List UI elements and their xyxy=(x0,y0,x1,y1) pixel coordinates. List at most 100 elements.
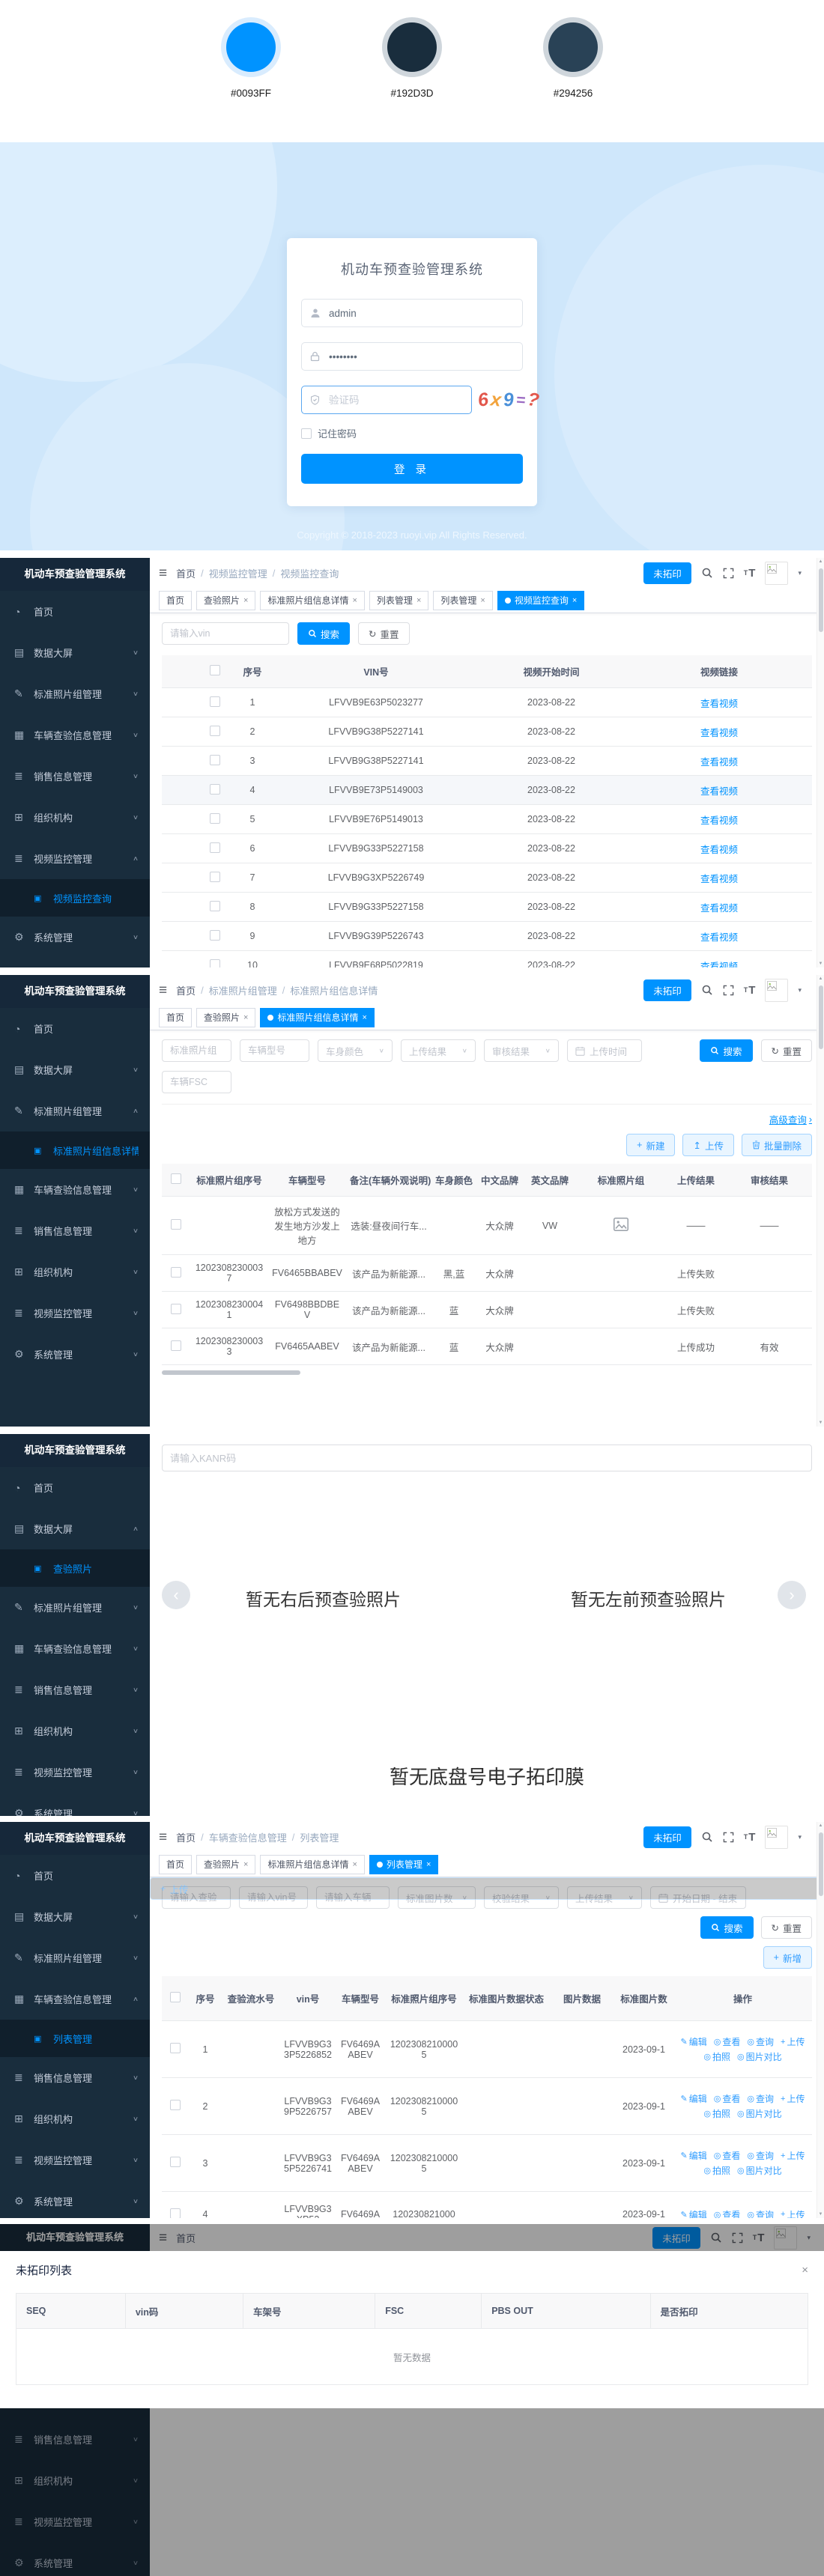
collapse-menu-icon[interactable]: ≡ xyxy=(159,1830,167,1844)
upload-link[interactable]: +上传 xyxy=(781,2035,805,2048)
close-icon[interactable]: × xyxy=(352,1860,357,1869)
tab-check-photo[interactable]: 查验照片× xyxy=(196,591,255,610)
scrollbar-thumb[interactable] xyxy=(819,985,823,1049)
vin-input[interactable] xyxy=(239,1886,308,1909)
scroll-down-icon[interactable]: ▼ xyxy=(818,962,823,966)
row-checkbox[interactable] xyxy=(210,726,220,736)
row-checkbox[interactable] xyxy=(210,930,220,941)
font-size-icon[interactable]: T xyxy=(744,568,756,579)
date-range-picker[interactable]: 开始日期 - 结束日期 xyxy=(650,1886,746,1909)
sidebar-item-data-screen[interactable]: ▤数据大屏∨ xyxy=(0,1049,150,1090)
row-checkbox[interactable] xyxy=(170,2157,181,2167)
sidebar-item-org[interactable]: ⊞组织机构∨ xyxy=(0,1251,150,1292)
sidebar-item-data-screen[interactable]: ▤数据大屏∧ xyxy=(0,1508,150,1549)
sidebar-item-list-mgmt[interactable]: ▣列表管理 xyxy=(0,2020,150,2057)
breadcrumb-item[interactable]: 首页 xyxy=(176,2231,196,2245)
search-icon[interactable] xyxy=(701,984,713,996)
collapse-menu-icon[interactable]: ≡ xyxy=(159,566,167,580)
edit-link[interactable]: ✎编辑 xyxy=(681,2035,707,2048)
sidebar-item-vehicle-check[interactable]: ▦车辆查验信息管理∨ xyxy=(0,1628,150,1669)
sidebar-item-sales[interactable]: ≣销售信息管理∨ xyxy=(0,2057,150,2098)
fullscreen-icon[interactable] xyxy=(723,985,734,996)
breadcrumb-item[interactable]: 首页 xyxy=(176,566,196,580)
untraced-button[interactable]: 未拓印 xyxy=(643,562,691,584)
upload-time-picker[interactable]: 上传时间 xyxy=(567,1039,642,1062)
caret-down-icon[interactable]: ▾ xyxy=(798,569,802,577)
fullscreen-icon[interactable] xyxy=(732,2232,743,2244)
sidebar-item-video[interactable]: ≣视频监控管理∨ xyxy=(0,2501,150,2542)
row-checkbox[interactable] xyxy=(210,872,220,882)
view-video-link[interactable]: 查看视频 xyxy=(700,728,738,738)
vehicle-input[interactable] xyxy=(316,1886,390,1909)
vertical-scrollbar[interactable]: ▲▼ xyxy=(817,1822,824,2218)
body-color-select[interactable]: 车身颜色∨ xyxy=(318,1039,393,1062)
tab-std-detail[interactable]: 标准照片组信息详情× xyxy=(260,591,364,610)
tab-home[interactable]: 首页 xyxy=(159,591,192,610)
new-button[interactable]: +新建 xyxy=(626,1134,675,1156)
close-icon[interactable]: × xyxy=(243,1860,248,1869)
sidebar-item-org[interactable]: ⊞ 组织机构 ∨ xyxy=(0,797,150,838)
row-checkbox[interactable] xyxy=(170,2100,181,2110)
upload-button[interactable]: ↥上传 xyxy=(682,1134,734,1156)
username-field[interactable] xyxy=(327,307,514,320)
close-icon[interactable]: × xyxy=(416,596,421,605)
sidebar-item-system[interactable]: ⚙ 系统管理 ∨ xyxy=(0,917,150,958)
sidebar-item-video[interactable]: ≣视频监控管理∨ xyxy=(0,2139,150,2181)
view-video-link[interactable]: 查看视频 xyxy=(700,699,738,709)
tab-list-mgmt[interactable]: 列表管理× xyxy=(369,591,428,610)
scroll-down-icon[interactable]: ▼ xyxy=(818,1421,823,1425)
close-icon[interactable]: × xyxy=(243,596,248,605)
reset-button[interactable]: ↻重置 xyxy=(358,622,410,645)
tab-list-mgmt[interactable]: 列表管理× xyxy=(369,1855,438,1874)
avatar[interactable] xyxy=(765,562,788,585)
upload-result-select[interactable]: 上传结果∨ xyxy=(567,1886,642,1909)
tab-check-photo[interactable]: 查验照片× xyxy=(196,1855,255,1874)
view-video-link[interactable]: 查看视频 xyxy=(700,874,738,884)
group-no-input[interactable] xyxy=(162,1039,231,1062)
sidebar-item-video[interactable]: ≣视频监控管理∨ xyxy=(0,1292,150,1334)
scroll-up-icon[interactable]: ▲ xyxy=(818,1823,823,1828)
query-link[interactable]: ◎查询 xyxy=(747,2035,774,2048)
vertical-scrollbar[interactable]: ▲▼ xyxy=(817,975,824,1427)
compare-link[interactable]: ◎图片对比 xyxy=(737,2164,782,2177)
fullscreen-icon[interactable] xyxy=(723,1832,734,1843)
query-link[interactable]: ◎查询 xyxy=(747,2092,774,2105)
captcha-field[interactable] xyxy=(327,394,463,407)
breadcrumb-item[interactable]: 车辆查验信息管理 xyxy=(209,1830,287,1844)
view-video-link[interactable]: 查看视频 xyxy=(700,903,738,914)
select-all-checkbox[interactable] xyxy=(171,1173,181,1184)
photo-link[interactable]: ◎拍照 xyxy=(703,2164,730,2177)
sidebar-item-home[interactable]: ◔首页 xyxy=(0,1008,150,1049)
row-checkbox[interactable] xyxy=(210,813,220,824)
search-button[interactable]: 搜索 xyxy=(700,1039,752,1062)
scrollbar-thumb[interactable] xyxy=(819,1832,823,1896)
caret-down-icon[interactable]: ▾ xyxy=(807,2234,811,2242)
untraced-button[interactable]: 未拓印 xyxy=(652,2227,700,2249)
compare-link[interactable]: ◎图片对比 xyxy=(737,2050,782,2063)
audit-result-select[interactable]: 审核结果∨ xyxy=(484,1039,559,1062)
compare-link[interactable]: ◎图片对比 xyxy=(737,2107,782,2120)
row-checkbox[interactable] xyxy=(170,2208,181,2219)
verify-result-select[interactable]: 校验结果∨ xyxy=(484,1886,559,1909)
close-icon[interactable]: × xyxy=(802,2264,808,2276)
breadcrumb-item[interactable]: 首页 xyxy=(176,1830,196,1844)
sidebar-item-std-photo[interactable]: ✎标准照片组管理∨ xyxy=(0,1937,150,1978)
untraced-button[interactable]: 未拓印 xyxy=(643,979,691,1001)
close-icon[interactable]: × xyxy=(362,1013,366,1022)
sidebar-item-system[interactable]: ⚙系统管理∨ xyxy=(0,1793,150,1816)
close-icon[interactable]: × xyxy=(572,596,577,605)
photo-link[interactable]: ◎拍照 xyxy=(703,2107,730,2120)
fsc-input[interactable] xyxy=(162,1071,231,1093)
sidebar-item-vehicle-check[interactable]: ▦车辆查验信息管理∨ xyxy=(0,1169,150,1210)
kanr-input[interactable] xyxy=(162,1445,812,1471)
reset-button[interactable]: ↻重置 xyxy=(761,1039,813,1062)
carousel-prev-button[interactable]: ‹ xyxy=(162,1581,190,1609)
sidebar-item-std-photo[interactable]: ✎标准照片组管理∨ xyxy=(0,1587,150,1628)
advanced-query-link[interactable]: 高级查询› xyxy=(769,1112,812,1126)
upload-link[interactable]: +上传 xyxy=(781,2092,805,2105)
add-button[interactable]: +新增 xyxy=(763,1946,812,1969)
collapse-menu-icon[interactable]: ≡ xyxy=(159,983,167,997)
breadcrumb-item[interactable]: 视频监控管理 xyxy=(209,566,267,580)
batch-delete-button[interactable]: 批量删除 xyxy=(742,1134,812,1156)
sidebar-item-vehicle-check[interactable]: ▦ 车辆查验信息管理 ∨ xyxy=(0,714,150,756)
